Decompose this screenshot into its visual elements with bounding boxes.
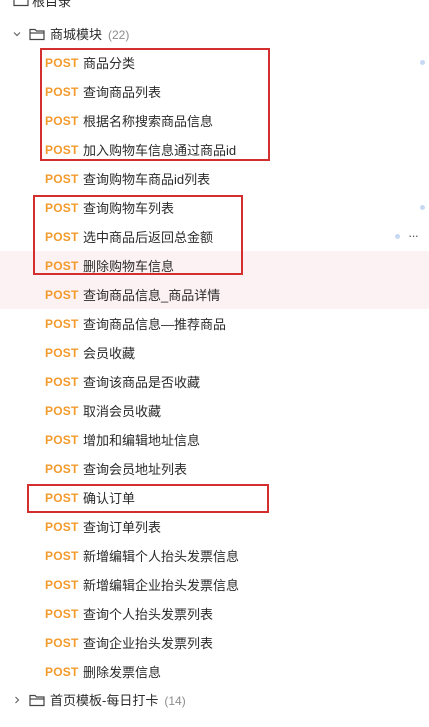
status-dot-icon xyxy=(420,205,425,210)
folder-label: 商城模块 (22) xyxy=(50,27,130,42)
api-item[interactable]: POST 查询购物车商品id列表 xyxy=(0,164,429,193)
http-method-badge: POST xyxy=(45,287,79,302)
api-name: 新增编辑企业抬头发票信息 xyxy=(83,578,240,593)
http-method-badge: POST xyxy=(45,664,79,679)
tree-root-item[interactable]: 根目录 xyxy=(0,0,429,10)
api-item[interactable]: POST 删除发票信息 xyxy=(0,657,429,686)
http-method-badge: POST xyxy=(45,258,79,273)
api-item[interactable]: POST 取消会员收藏 xyxy=(0,396,429,425)
api-item[interactable]: POST 查询个人抬头发票列表 xyxy=(0,599,429,628)
chevron-right-icon[interactable] xyxy=(11,694,23,706)
http-method-badge: POST xyxy=(45,519,79,534)
api-name: 查询订单列表 xyxy=(83,520,162,535)
folder-icon xyxy=(29,693,45,707)
api-name: 查询该商品是否收藏 xyxy=(83,375,201,390)
api-item[interactable]: POST 根据名称搜索商品信息 xyxy=(0,106,429,135)
api-name: 选中商品后返回总金额 xyxy=(83,230,214,245)
api-name: 新增编辑个人抬头发票信息 xyxy=(83,549,240,564)
folder-item-home-template[interactable]: 首页模板-每日打卡 (14) xyxy=(0,685,429,714)
api-name: 查询购物车商品id列表 xyxy=(83,172,211,187)
api-name: 加入购物车信息通过商品id xyxy=(83,143,237,158)
api-item[interactable]: POST 查询商品信息_商品详情 xyxy=(0,280,429,309)
http-method-badge: POST xyxy=(45,635,79,650)
more-options-icon[interactable]: ··· xyxy=(408,229,419,242)
http-method-badge: POST xyxy=(45,374,79,389)
http-method-badge: POST xyxy=(45,461,79,476)
api-item[interactable]: POST 确认订单 xyxy=(0,483,429,512)
http-method-badge: POST xyxy=(45,142,79,157)
api-name: 查询商品列表 xyxy=(83,85,162,100)
api-name: 增加和编辑地址信息 xyxy=(83,433,201,448)
api-item[interactable]: POST 查询会员地址列表 xyxy=(0,454,429,483)
api-name: 取消会员收藏 xyxy=(83,404,162,419)
api-item[interactable]: POST 查询商品信息—推荐商品 xyxy=(0,309,429,338)
api-item[interactable]: POST 会员收藏 xyxy=(0,338,429,367)
api-name: 删除发票信息 xyxy=(83,665,162,680)
http-method-badge: POST xyxy=(45,113,79,128)
api-item[interactable]: POST 增加和编辑地址信息 xyxy=(0,425,429,454)
api-name: 根据名称搜索商品信息 xyxy=(83,114,214,129)
status-dot-icon xyxy=(420,60,425,65)
http-method-badge: POST xyxy=(45,229,79,244)
api-name: 会员收藏 xyxy=(83,346,136,361)
http-method-badge: POST xyxy=(45,345,79,360)
api-item[interactable]: POST 查询该商品是否收藏 xyxy=(0,367,429,396)
api-item[interactable]: POST 加入购物车信息通过商品id xyxy=(0,135,429,164)
api-item[interactable]: POST 商品分类 xyxy=(0,48,429,77)
http-method-badge: POST xyxy=(45,606,79,621)
api-item[interactable]: POST 查询购物车列表 xyxy=(0,193,429,222)
api-item[interactable]: POST 查询企业抬头发票列表 xyxy=(0,628,429,657)
http-method-badge: POST xyxy=(45,171,79,186)
http-method-badge: POST xyxy=(45,490,79,505)
folder-label: 首页模板-每日打卡 (14) xyxy=(50,693,186,708)
http-method-badge: POST xyxy=(45,84,79,99)
api-name: 查询商品信息—推荐商品 xyxy=(83,317,227,332)
folder-item-mall-module[interactable]: 商城模块 (22) xyxy=(0,19,429,48)
api-item[interactable]: POST 新增编辑企业抬头发票信息 xyxy=(0,570,429,599)
folder-count: (22) xyxy=(108,28,130,42)
folder-count: (14) xyxy=(164,694,186,708)
http-method-badge: POST xyxy=(45,55,79,70)
api-name: 确认订单 xyxy=(83,491,136,506)
api-name: 删除购物车信息 xyxy=(83,259,175,274)
api-item[interactable]: POST 选中商品后返回总金额 xyxy=(0,222,429,251)
status-dot-icon xyxy=(395,234,400,239)
api-name: 查询企业抬头发票列表 xyxy=(83,636,214,651)
api-item[interactable]: POST 新增编辑个人抬头发票信息 xyxy=(0,541,429,570)
api-name: 查询商品信息_商品详情 xyxy=(83,288,221,303)
chevron-down-icon[interactable] xyxy=(11,28,23,40)
http-method-badge: POST xyxy=(45,403,79,418)
api-item[interactable]: POST 查询订单列表 xyxy=(0,512,429,541)
http-method-badge: POST xyxy=(45,316,79,331)
http-method-badge: POST xyxy=(45,577,79,592)
folder-icon xyxy=(13,0,29,7)
http-method-badge: POST xyxy=(45,432,79,447)
api-name: 查询购物车列表 xyxy=(83,201,175,216)
api-item[interactable]: POST 查询商品列表 xyxy=(0,77,429,106)
api-name: 查询个人抬头发票列表 xyxy=(83,607,214,622)
api-name: 商品分类 xyxy=(83,56,136,71)
http-method-badge: POST xyxy=(45,200,79,215)
folder-icon xyxy=(29,27,45,41)
api-name: 查询会员地址列表 xyxy=(83,462,188,477)
http-method-badge: POST xyxy=(45,548,79,563)
api-item[interactable]: POST 删除购物车信息 xyxy=(0,251,429,280)
tree-root-label: 根目录 xyxy=(32,0,72,9)
